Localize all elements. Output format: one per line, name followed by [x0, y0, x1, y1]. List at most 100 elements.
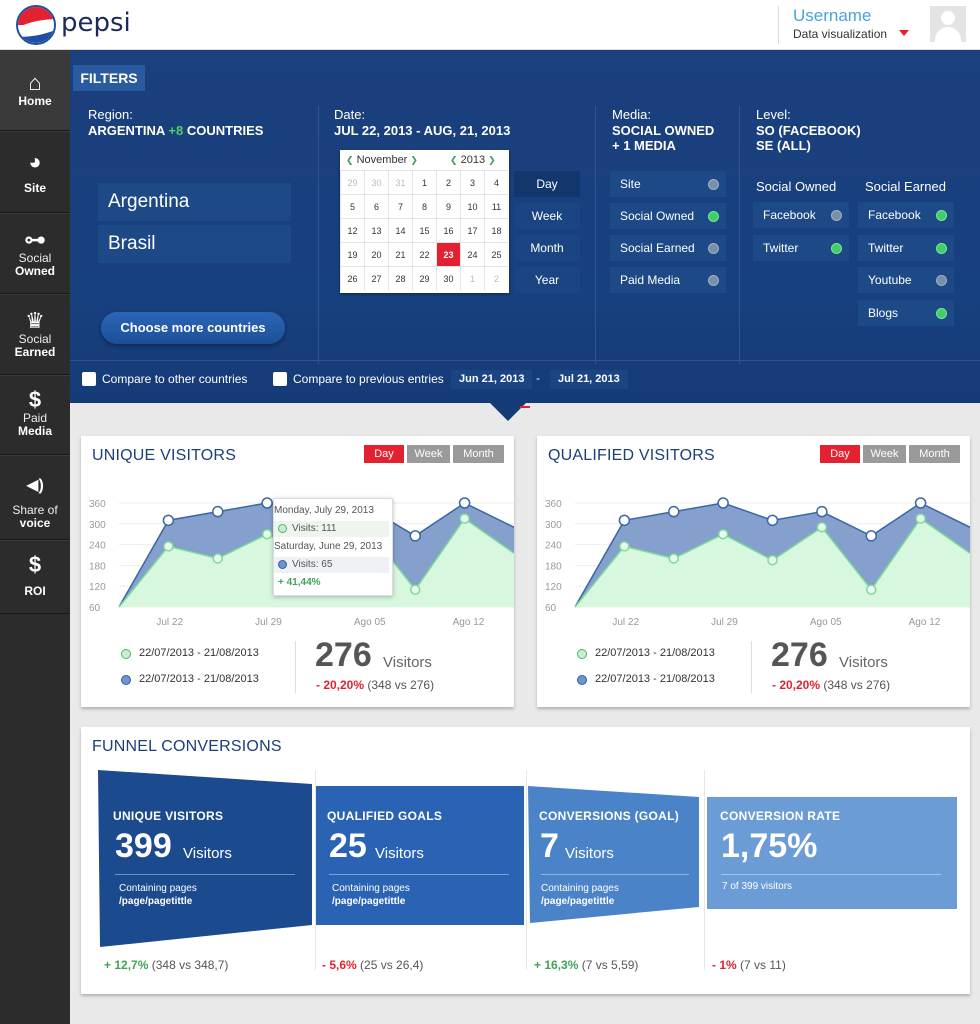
calendar-day[interactable]: 15	[412, 218, 436, 242]
calendar-day[interactable]: 24	[460, 242, 484, 266]
sidebar-item-roi[interactable]: $ ROI	[0, 540, 70, 614]
calendar-day[interactable]: 2	[484, 266, 508, 290]
sidebar-item-home[interactable]: ⌂ Home	[0, 50, 70, 131]
status-dot	[936, 275, 947, 286]
data-point	[212, 553, 223, 564]
calendar-day[interactable]: 6	[364, 194, 388, 218]
chevron-right-icon[interactable]: ❯	[410, 155, 418, 165]
unique-visitors-card: UNIQUE VISITORS Day Week Month 60 120 180 2…	[81, 436, 514, 707]
chevron-down-icon[interactable]	[899, 30, 909, 36]
level-earned-blogs[interactable]: Blogs	[858, 300, 954, 326]
username[interactable]: Username	[793, 6, 887, 26]
media-toggle-paid-media[interactable]: Paid Media	[610, 267, 726, 293]
calendar-day[interactable]: 1	[460, 266, 484, 290]
user-subtitle: Data visualization	[793, 27, 888, 41]
tooltip-change: + 41,44%	[278, 577, 321, 588]
calendar-day[interactable]: 9	[436, 194, 460, 218]
divider	[704, 770, 705, 970]
choose-more-countries-button[interactable]: Choose more countries	[101, 312, 285, 344]
calendar-day[interactable]: 25	[484, 242, 508, 266]
calendar-day[interactable]: 26	[340, 266, 364, 290]
visitors-total: 276	[771, 636, 828, 674]
user-menu[interactable]: Username Data visualization	[778, 6, 887, 44]
media-title: Media:	[612, 107, 652, 122]
funnel-stage-delta: - 1% (7 vs 11)	[712, 958, 786, 972]
level-value-extra: SE (ALL)	[756, 138, 811, 153]
region-item-argentina[interactable]: Argentina	[98, 183, 291, 221]
pepsi-logo[interactable]	[16, 5, 56, 45]
data-point	[816, 522, 828, 533]
calendar[interactable]: ❮ November ❯ ❮ 2013 ❯ 29 30 31 1 2 3 4 5 6 7 8 9 10 1…	[340, 150, 509, 293]
level-owned-facebook[interactable]: Facebook	[753, 202, 849, 228]
calendar-day[interactable]: 30	[364, 170, 388, 194]
data-point	[866, 584, 877, 595]
granularity-year-button[interactable]: Year	[514, 267, 580, 293]
calendar-day[interactable]: 29	[340, 170, 364, 194]
chevron-left-icon[interactable]: ❮	[450, 155, 458, 165]
qualified-visitors-chart[interactable]: 60 120 180 240 300 360 Jul 22 Jul 29 Ago 05 Ago 1…	[537, 436, 970, 636]
legend-label: 22/07/2013 - 21/08/2013	[595, 673, 715, 685]
calendar-day[interactable]: 8	[412, 194, 436, 218]
calendar-day[interactable]: 1	[412, 170, 436, 194]
calendar-day[interactable]: 3	[460, 170, 484, 194]
region-title: Region:	[88, 107, 133, 122]
compare-countries-checkbox[interactable]	[82, 372, 96, 386]
calendar-day[interactable]: 16	[436, 218, 460, 242]
calendar-day[interactable]: 2	[436, 170, 460, 194]
calendar-day[interactable]: 11	[484, 194, 508, 218]
calendar-day[interactable]: 13	[364, 218, 388, 242]
sidebar-item-share-of-voice[interactable]: ◀) Share of voice	[0, 455, 70, 540]
media-toggle-site[interactable]: Site	[610, 171, 726, 197]
calendar-day[interactable]: 10	[460, 194, 484, 218]
collapse-handle[interactable]	[520, 406, 530, 408]
calendar-day[interactable]: 22	[412, 242, 436, 266]
calendar-day[interactable]: 20	[364, 242, 388, 266]
y-tick-label: 300	[89, 520, 106, 531]
calendar-day[interactable]: 29	[412, 266, 436, 290]
compare-to-date[interactable]: Jul 21, 2013	[550, 370, 628, 389]
compare-from-date[interactable]: Jun 21, 2013	[451, 370, 533, 389]
compare-previous-checkbox[interactable]	[273, 372, 287, 386]
calendar-day[interactable]: 7	[388, 194, 412, 218]
calendar-day[interactable]: 18	[484, 218, 508, 242]
funnel-stage-title: CONVERSIONS (GOAL)	[539, 809, 680, 823]
filters-panel: FILTERS Region: ARGENTINA +8 COUNTRIES A…	[70, 50, 980, 403]
calendar-day[interactable]: 5	[340, 194, 364, 218]
region-item-brasil[interactable]: Brasil	[98, 225, 291, 263]
chevron-left-icon[interactable]: ❮	[346, 155, 354, 165]
social-owned-heading: Social Owned	[756, 179, 837, 194]
granularity-day-button[interactable]: Day	[514, 171, 580, 197]
calendar-day[interactable]: 14	[388, 218, 412, 242]
calendar-day[interactable]: 27	[364, 266, 388, 290]
level-earned-facebook[interactable]: Facebook	[858, 202, 954, 228]
calendar-day[interactable]: 19	[340, 242, 364, 266]
calendar-day[interactable]: 21	[388, 242, 412, 266]
filters-tab[interactable]: FILTERS	[73, 65, 145, 91]
region-value: ARGENTINA +8 COUNTRIES	[88, 123, 264, 138]
chevron-right-icon[interactable]: ❯	[488, 155, 496, 165]
calendar-day[interactable]: 23	[436, 242, 460, 266]
calendar-day[interactable]: 31	[388, 170, 412, 194]
media-toggle-social-owned[interactable]: Social Owned	[610, 203, 726, 229]
sidebar-item-site[interactable]: ◕ Site	[0, 131, 70, 213]
level-owned-twitter[interactable]: Twitter	[753, 235, 849, 261]
calendar-day[interactable]: 30	[436, 266, 460, 290]
legend-dot-current	[121, 649, 131, 659]
funnel-stage-note: Containing pages	[119, 883, 197, 894]
sidebar-item-social-owned[interactable]: ⊶ Social Owned	[0, 213, 70, 294]
sidebar-item-paid-media[interactable]: $ Paid Media	[0, 375, 70, 455]
granularity-month-button[interactable]: Month	[514, 235, 580, 261]
calendar-day[interactable]: 17	[460, 218, 484, 242]
y-tick-label: 60	[545, 603, 557, 614]
level-earned-youtube[interactable]: Youtube	[858, 267, 954, 293]
funnel-stage-delta: - 5,6% (25 vs 26,4)	[322, 958, 424, 972]
y-tick-label: 360	[545, 499, 562, 510]
sidebar-item-social-earned[interactable]: ♛ Social Earned	[0, 294, 70, 375]
avatar[interactable]	[930, 6, 966, 42]
granularity-week-button[interactable]: Week	[514, 203, 580, 229]
calendar-day[interactable]: 12	[340, 218, 364, 242]
media-toggle-social-earned[interactable]: Social Earned	[610, 235, 726, 261]
level-earned-twitter[interactable]: Twitter	[858, 235, 954, 261]
calendar-day[interactable]: 4	[484, 170, 508, 194]
calendar-day[interactable]: 28	[388, 266, 412, 290]
